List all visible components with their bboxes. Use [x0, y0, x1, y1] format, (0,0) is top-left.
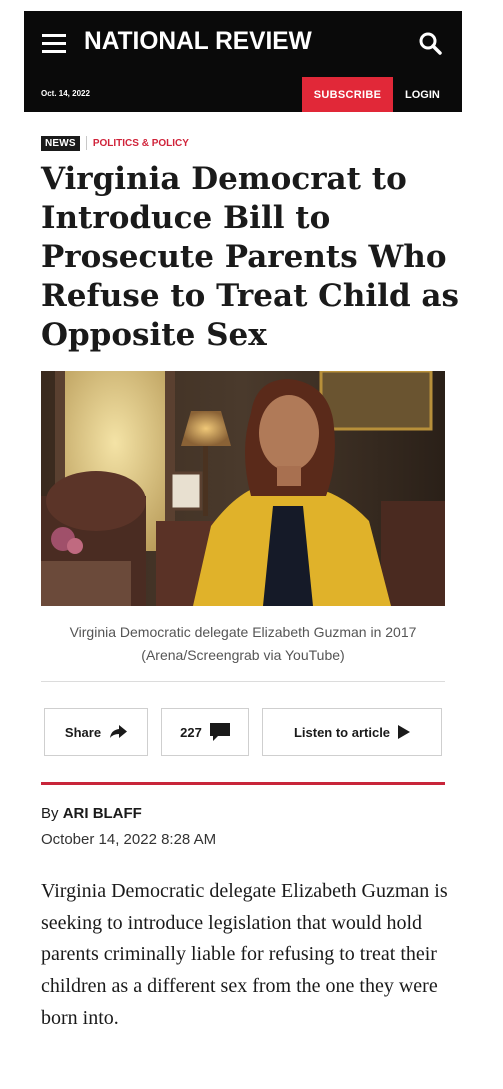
article-headline: Virginia Democrat to Introduce Bill to P…: [41, 161, 459, 353]
caption-credit: (Arena/Screengrab via YouTube): [141, 647, 345, 663]
photo-caption: Virginia Democratic delegate Elizabeth G…: [41, 621, 445, 667]
publish-date: October 14, 2022 8:28 AM: [41, 831, 217, 848]
comment-bubble-icon: [209, 723, 230, 741]
article-tags: NEWS POLITICS & POLICY: [41, 135, 189, 151]
byline: By ARI BLAFF: [41, 805, 142, 822]
listen-button[interactable]: Listen to article: [262, 708, 442, 756]
byline-prefix: By: [41, 805, 59, 822]
tag-news[interactable]: NEWS: [41, 135, 80, 151]
share-button[interactable]: Share: [44, 708, 148, 756]
share-arrow-icon: [110, 725, 128, 738]
login-link[interactable]: LOGIN: [405, 77, 440, 112]
caption-line: Virginia Democratic delegate Elizabeth G…: [69, 624, 417, 640]
tag-divider: [85, 136, 87, 150]
author-link[interactable]: ARI BLAFF: [63, 805, 142, 822]
article-photo: [41, 371, 445, 606]
tag-category[interactable]: POLITICS & POLICY: [93, 138, 189, 149]
site-header: NATIONAL REVIEW Oct. 14, 2022 SUBSCRIBE …: [24, 11, 462, 112]
subscribe-button[interactable]: SUBSCRIBE: [302, 77, 393, 112]
listen-label: Listen to article: [293, 724, 391, 740]
share-label: Share: [64, 724, 102, 740]
header-date: Oct. 14, 2022: [41, 89, 90, 98]
play-icon: [398, 725, 411, 739]
hamburger-menu-icon[interactable]: [42, 34, 66, 54]
divider: [41, 681, 445, 682]
comment-count: 227: [180, 724, 202, 740]
site-logo[interactable]: NATIONAL REVIEW: [84, 27, 312, 56]
search-icon[interactable]: [418, 31, 442, 55]
accent-rule: [41, 782, 445, 785]
article-body: Virginia Democratic delegate Elizabeth G…: [41, 880, 448, 1029]
comments-button[interactable]: 227: [161, 708, 249, 756]
